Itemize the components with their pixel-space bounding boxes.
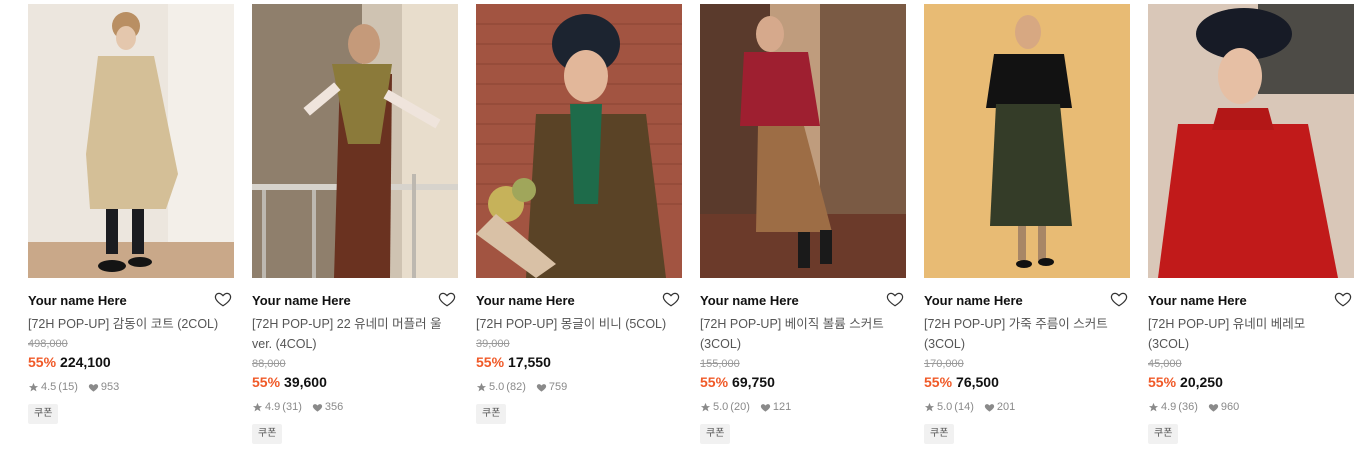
review-count: (31)	[282, 401, 302, 413]
heart-filled-icon	[536, 383, 546, 392]
sale-price: 224,100	[60, 354, 111, 370]
discount-rate: 55%	[924, 374, 953, 390]
coupon-badge: 쿠폰	[700, 424, 731, 444]
product-name[interactable]: [72H POP-UP] 베이직 볼륨 스커트 (3COL)	[700, 314, 896, 354]
discount-rate: 55%	[28, 354, 57, 370]
heart-outline-icon[interactable]	[886, 290, 904, 308]
original-price: 88,000	[252, 358, 286, 370]
sale-price: 76,500	[956, 374, 999, 390]
original-price: 45,000	[1148, 358, 1182, 370]
product-image[interactable]	[28, 4, 234, 278]
star-icon	[252, 402, 263, 411]
brand-name[interactable]: Your name Here	[252, 292, 458, 310]
heart-filled-icon	[312, 403, 322, 412]
product-stats: 4.9 (31) 356	[252, 400, 458, 414]
heart-outline-icon[interactable]	[1334, 290, 1352, 308]
rating-value: 5.0	[937, 401, 953, 413]
product-stats: 5.0 (14) 201	[924, 400, 1130, 414]
product-name[interactable]: [72H POP-UP] 가죽 주름이 스커트 (3COL)	[924, 314, 1120, 354]
rating-value: 4.5	[41, 381, 57, 393]
like-count: 356	[324, 401, 344, 413]
product-image[interactable]	[924, 4, 1130, 278]
price-row: 55% 76,500	[924, 373, 1130, 391]
sale-price: 17,550	[508, 354, 551, 370]
coupon-badge: 쿠폰	[924, 424, 955, 444]
product-name[interactable]: [72H POP-UP] 감동이 코트 (2COL)	[28, 314, 224, 334]
product-card[interactable]: Your name Here [72H POP-UP] 몽글이 비니 (5COL…	[476, 4, 682, 424]
original-price: 170,000	[924, 358, 964, 370]
price-row: 55% 20,250	[1148, 373, 1354, 391]
sale-price: 39,600	[284, 374, 327, 390]
heart-filled-icon	[984, 403, 994, 412]
heart-outline-icon[interactable]	[1110, 290, 1128, 308]
product-stats: 5.0 (82) 759	[476, 380, 682, 394]
product-card[interactable]: Your name Here [72H POP-UP] 감동이 코트 (2COL…	[28, 4, 234, 424]
review-count: (15)	[58, 381, 78, 393]
price-row: 55% 224,100	[28, 353, 234, 371]
price-row: 55% 69,750	[700, 373, 906, 391]
like-count: 201	[996, 401, 1016, 413]
coupon-badge: 쿠폰	[1148, 424, 1179, 444]
sale-price: 69,750	[732, 374, 775, 390]
star-icon	[28, 382, 39, 391]
rating-value: 4.9	[265, 401, 281, 413]
star-icon	[1148, 402, 1159, 411]
coupon-badge: 쿠폰	[28, 404, 59, 424]
heart-filled-icon	[760, 403, 770, 412]
discount-rate: 55%	[700, 374, 729, 390]
product-image[interactable]	[476, 4, 682, 278]
brand-name[interactable]: Your name Here	[1148, 292, 1354, 310]
rating-value: 4.9	[1161, 401, 1177, 413]
brand-name[interactable]: Your name Here	[924, 292, 1130, 310]
brand-name[interactable]: Your name Here	[28, 292, 234, 310]
price-row: 55% 17,550	[476, 353, 682, 371]
heart-outline-icon[interactable]	[662, 290, 680, 308]
discount-rate: 55%	[1148, 374, 1177, 390]
product-card[interactable]: Your name Here [72H POP-UP] 가죽 주름이 스커트 (…	[924, 4, 1130, 444]
product-stats: 5.0 (20) 121	[700, 400, 906, 414]
price-row: 55% 39,600	[252, 373, 458, 391]
like-count: 759	[548, 381, 568, 393]
review-count: (36)	[1178, 401, 1198, 413]
product-image[interactable]	[252, 4, 458, 278]
rating-value: 5.0	[489, 381, 505, 393]
heart-outline-icon[interactable]	[438, 290, 456, 308]
review-count: (82)	[506, 381, 526, 393]
star-icon	[924, 402, 935, 411]
star-icon	[700, 402, 711, 411]
brand-name[interactable]: Your name Here	[476, 292, 682, 310]
star-icon	[476, 382, 487, 391]
original-price: 39,000	[476, 338, 510, 350]
brand-name[interactable]: Your name Here	[700, 292, 906, 310]
product-stats: 4.9 (36) 960	[1148, 400, 1354, 414]
product-name[interactable]: [72H POP-UP] 몽글이 비니 (5COL)	[476, 314, 672, 334]
review-count: (14)	[954, 401, 974, 413]
heart-filled-icon	[88, 383, 98, 392]
product-card[interactable]: Your name Here [72H POP-UP] 유네미 베레모 (3CO…	[1148, 4, 1354, 444]
like-count: 953	[100, 381, 120, 393]
heart-outline-icon[interactable]	[214, 290, 232, 308]
product-image[interactable]	[700, 4, 906, 278]
product-grid: Your name Here [72H POP-UP] 감동이 코트 (2COL…	[0, 0, 1366, 468]
like-count: 121	[772, 401, 792, 413]
product-name[interactable]: [72H POP-UP] 22 유네미 머플러 울ver. (4COL)	[252, 314, 448, 354]
heart-filled-icon	[1208, 403, 1218, 412]
discount-rate: 55%	[252, 374, 281, 390]
product-name[interactable]: [72H POP-UP] 유네미 베레모 (3COL)	[1148, 314, 1344, 354]
original-price: 498,000	[28, 338, 68, 350]
rating-value: 5.0	[713, 401, 729, 413]
discount-rate: 55%	[476, 354, 505, 370]
review-count: (20)	[730, 401, 750, 413]
product-card[interactable]: Your name Here [72H POP-UP] 22 유네미 머플러 울…	[252, 4, 458, 444]
sale-price: 20,250	[1180, 374, 1223, 390]
coupon-badge: 쿠폰	[476, 404, 507, 424]
product-card[interactable]: Your name Here [72H POP-UP] 베이직 볼륨 스커트 (…	[700, 4, 906, 444]
original-price: 155,000	[700, 358, 740, 370]
coupon-badge: 쿠폰	[252, 424, 283, 444]
product-stats: 4.5 (15) 953	[28, 380, 234, 394]
like-count: 960	[1220, 401, 1240, 413]
product-image[interactable]	[1148, 4, 1354, 278]
